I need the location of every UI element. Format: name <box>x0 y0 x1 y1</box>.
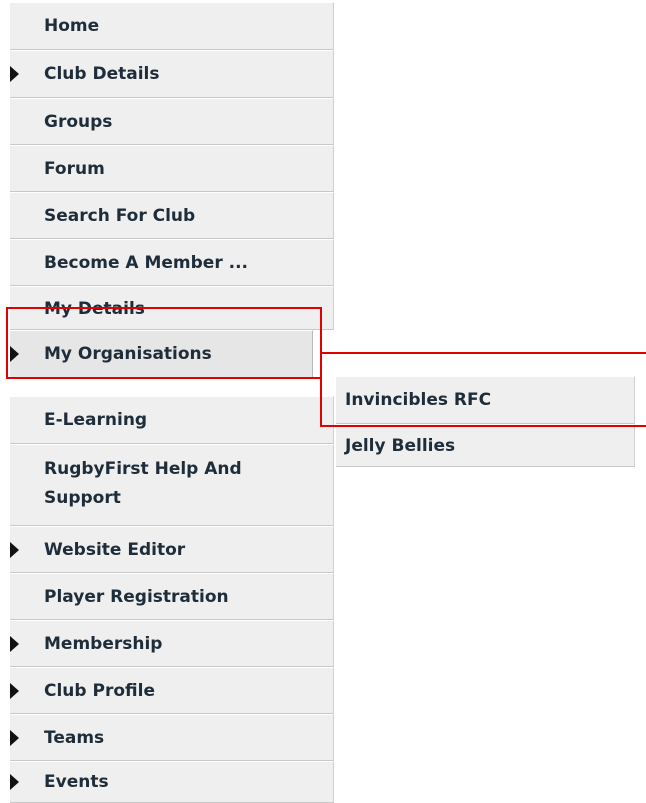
menu-item-label: Home <box>44 16 100 36</box>
menu-item-club-details[interactable]: Club Details <box>10 50 334 98</box>
menu-item-club-profile[interactable]: Club Profile <box>10 667 334 714</box>
menu-item-label: Teams <box>44 727 105 748</box>
menu-item-website-editor[interactable]: Website Editor <box>10 526 334 573</box>
menu-item-my-details[interactable]: My Details <box>10 286 334 330</box>
menu-item-home[interactable]: Home <box>10 2 334 50</box>
menu-item-label: RugbyFirst Help And Support <box>44 459 242 508</box>
menu-item-rugbyfirst-help[interactable]: RugbyFirst Help And Support <box>10 444 334 526</box>
submenu-arrow-icon <box>10 346 19 362</box>
menu-item-label: Groups <box>44 111 113 132</box>
submenu-arrow-icon <box>10 541 19 558</box>
menu-item-label: Become A Member ... <box>44 252 249 273</box>
menu-item-my-organisations[interactable]: My Organisations <box>10 330 313 378</box>
submenu-item-invincibles-rfc[interactable]: Invincibles RFC <box>336 376 635 424</box>
menu-item-label: Player Registration <box>44 586 229 607</box>
menu-item-search-for-club[interactable]: Search For Club <box>10 192 334 239</box>
submenu-arrow-icon <box>10 635 19 652</box>
menu-item-membership[interactable]: Membership <box>10 620 334 667</box>
menu-item-e-learning[interactable]: E-Learning <box>10 396 334 444</box>
submenu-arrow-icon <box>10 774 19 790</box>
menu-item-label: Club Profile <box>44 680 155 701</box>
menu-item-label: Search For Club <box>44 205 196 226</box>
menu-item-label: My Organisations <box>44 344 212 364</box>
menu-item-player-registration[interactable]: Player Registration <box>10 573 334 620</box>
menu-item-label: My Details <box>44 299 145 319</box>
submenu-arrow-icon <box>10 66 19 82</box>
menu-item-forum[interactable]: Forum <box>10 145 334 192</box>
menu-item-teams[interactable]: Teams <box>10 714 334 761</box>
submenu-item-label: Invincibles RFC <box>345 390 492 410</box>
submenu-arrow-icon <box>10 682 19 699</box>
menu-item-events[interactable]: Events <box>10 761 334 803</box>
menu-item-label: Events <box>44 772 109 792</box>
submenu-arrow-icon <box>10 729 19 746</box>
menu-item-groups[interactable]: Groups <box>10 98 334 145</box>
menu-item-label: Membership <box>44 633 163 654</box>
menu-item-label: E-Learning <box>44 410 148 430</box>
menu-item-label: Club Details <box>44 64 160 84</box>
menu-item-label: Forum <box>44 158 105 179</box>
menu-item-become-a-member[interactable]: Become A Member ... <box>10 239 334 286</box>
submenu-item-jelly-bellies[interactable]: Jelly Bellies <box>336 424 635 467</box>
submenu-item-label: Jelly Bellies <box>345 435 456 456</box>
menu-item-label: Website Editor <box>44 539 186 560</box>
